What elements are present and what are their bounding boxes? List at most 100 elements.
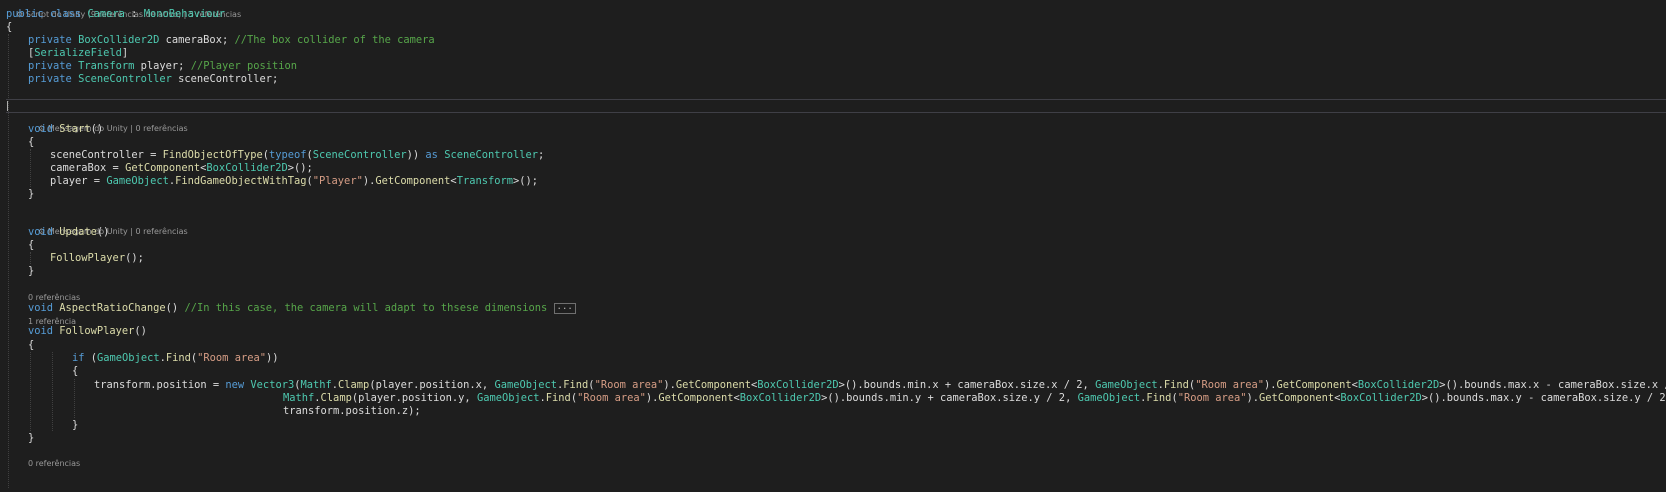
- method-name: Start: [59, 123, 91, 135]
- type-name: Vector3: [250, 379, 295, 391]
- code-line-start-1[interactable]: sceneController = FindObjectOfType(typeo…: [50, 148, 544, 162]
- method-name: AspectRatioChange: [59, 302, 166, 314]
- code-text: >().bounds.min.x + cameraBox.size.x / 2,: [838, 379, 1096, 391]
- comment: //The box collider of the camera: [234, 34, 435, 46]
- code-line-field-player[interactable]: private Transform player; //Player posit…: [28, 59, 297, 73]
- punct: ).: [1246, 392, 1260, 404]
- keyword: private: [28, 60, 72, 72]
- type-name: SceneController: [312, 149, 407, 161]
- comment: //Player position: [190, 60, 298, 72]
- type-name: Transform: [78, 60, 135, 72]
- code-line-follow-open[interactable]: {: [28, 338, 34, 352]
- method-name: GetComponent: [375, 175, 451, 187]
- type-name: GameObject: [1077, 392, 1141, 404]
- code-line-start-2[interactable]: cameraBox = GetComponent<BoxCollider2D>(…: [50, 161, 313, 175]
- code-line-update-open[interactable]: {: [28, 238, 34, 252]
- punct: (): [96, 226, 110, 238]
- keyword: if: [72, 352, 85, 364]
- keyword: new: [225, 379, 245, 391]
- string-literal: "Room area": [577, 392, 646, 404]
- code-text: >().bounds.max.y - cameraBox.size.y / 2)…: [1421, 392, 1666, 404]
- code-line-attribute[interactable]: [SerializeField]: [28, 46, 128, 60]
- keyword: public: [6, 8, 44, 20]
- punct: ).: [362, 175, 376, 187]
- code-editor[interactable]: ⚙ Script do Unity (9 referências de ativ…: [0, 0, 1666, 492]
- type-name: BoxCollider2D: [1357, 379, 1440, 391]
- method-name: Update: [59, 226, 97, 238]
- code-line-follow-assign-y[interactable]: Mathf.Clamp(player.position.y, GameObjec…: [283, 391, 1666, 405]
- type-name: SceneController: [78, 73, 172, 85]
- keyword: void: [28, 302, 54, 314]
- type-name: BoxCollider2D: [206, 162, 288, 174]
- method-name: Clamp: [338, 379, 370, 391]
- type-name: BoxCollider2D: [78, 34, 160, 46]
- code-line-start-open[interactable]: {: [28, 135, 34, 149]
- keyword: typeof: [268, 149, 307, 161]
- type-name: GameObject: [494, 379, 557, 391]
- code-text: >().bounds.min.y + cameraBox.size.y / 2,: [821, 392, 1078, 404]
- code-line-follow-if-close[interactable]: }: [72, 418, 78, 432]
- string-literal: "Room area": [594, 379, 664, 391]
- comment: //In this case, the camera will adapt to…: [184, 302, 548, 314]
- code-line-class-declaration[interactable]: public class Camera : MonoBehaviour: [6, 7, 225, 21]
- string-literal: "Room area": [197, 352, 266, 364]
- keyword: void: [28, 226, 54, 238]
- method-name: GetComponent: [1276, 379, 1352, 391]
- punct: ).: [645, 392, 659, 404]
- identifier: sceneController;: [171, 73, 279, 85]
- code-line-class-open[interactable]: {: [6, 20, 12, 34]
- type-name: BoxCollider2D: [739, 392, 822, 404]
- collapsed-region-icon[interactable]: ...: [553, 302, 576, 314]
- code-text: player =: [50, 175, 107, 187]
- code-line-start-close[interactable]: }: [28, 187, 34, 201]
- method-name: Find: [1146, 392, 1172, 404]
- method-name: Find: [563, 379, 589, 391]
- keyword: private: [28, 73, 72, 85]
- code-line-follow-assign-x[interactable]: transform.position = new Vector3(Mathf.C…: [94, 378, 1666, 392]
- code-line-aspect-signature[interactable]: void AspectRatioChange() //In this case,…: [28, 301, 576, 315]
- code-text: >().bounds.max.x - cameraBox.size.x / 2)…: [1439, 379, 1666, 391]
- identifier: cameraBox;: [159, 34, 235, 46]
- code-text: cameraBox =: [50, 162, 126, 174]
- punct: (: [84, 352, 98, 364]
- code-line-field-camerabox[interactable]: private BoxCollider2D cameraBox; //The b…: [28, 33, 435, 47]
- indent-guide: [30, 252, 31, 264]
- string-literal: "Player": [312, 175, 363, 187]
- current-line-border-bottom: [6, 112, 1666, 113]
- type-name: GameObject: [106, 175, 169, 187]
- punct: >();: [287, 162, 313, 174]
- code-line-update-close[interactable]: }: [28, 264, 34, 278]
- code-line-start-signature[interactable]: void Start(): [28, 122, 103, 136]
- code-line-follow-close[interactable]: }: [28, 431, 34, 445]
- code-line-follow-assign-z[interactable]: transform.position.z);: [283, 404, 421, 418]
- method-name: GetComponent: [675, 379, 751, 391]
- current-line-border-top: [6, 99, 1666, 100]
- code-line-follow-if[interactable]: if (GameObject.Find("Room area")): [72, 351, 279, 365]
- code-line-update-1[interactable]: FollowPlayer();: [50, 251, 144, 265]
- identifier: player;: [134, 60, 191, 72]
- punct: (): [165, 302, 185, 314]
- type-name: BoxCollider2D: [757, 379, 839, 391]
- code-text: (player.position.x,: [369, 379, 495, 391]
- method-name: FindObjectOfType: [162, 149, 263, 161]
- type-name: Mathf: [283, 392, 315, 404]
- indent-guide: [30, 352, 31, 431]
- code-line-start-3[interactable]: player = GameObject.FindGameObjectWithTa…: [50, 174, 538, 188]
- punct: ;: [538, 149, 545, 161]
- keyword: void: [28, 325, 54, 337]
- method-name: GetComponent: [1259, 392, 1335, 404]
- punct: >();: [513, 175, 539, 187]
- type-name: Transform: [456, 175, 513, 187]
- code-line-follow-if-open[interactable]: {: [72, 364, 78, 378]
- base-class: MonoBehaviour: [143, 8, 226, 20]
- code-line-follow-signature[interactable]: void FollowPlayer(): [28, 324, 147, 338]
- string-literal: "Room area": [1195, 379, 1265, 391]
- code-line-field-scenecontroller[interactable]: private SceneController sceneController;: [28, 72, 278, 86]
- code-line-update-signature[interactable]: void Update(): [28, 225, 109, 239]
- keyword: class: [49, 8, 82, 20]
- method-name: FollowPlayer: [59, 325, 135, 337]
- code-text: sceneController =: [50, 149, 163, 161]
- codelens-next[interactable]: 0 referências: [28, 459, 80, 469]
- method-name: FollowPlayer: [50, 252, 126, 264]
- keyword: void: [28, 123, 54, 135]
